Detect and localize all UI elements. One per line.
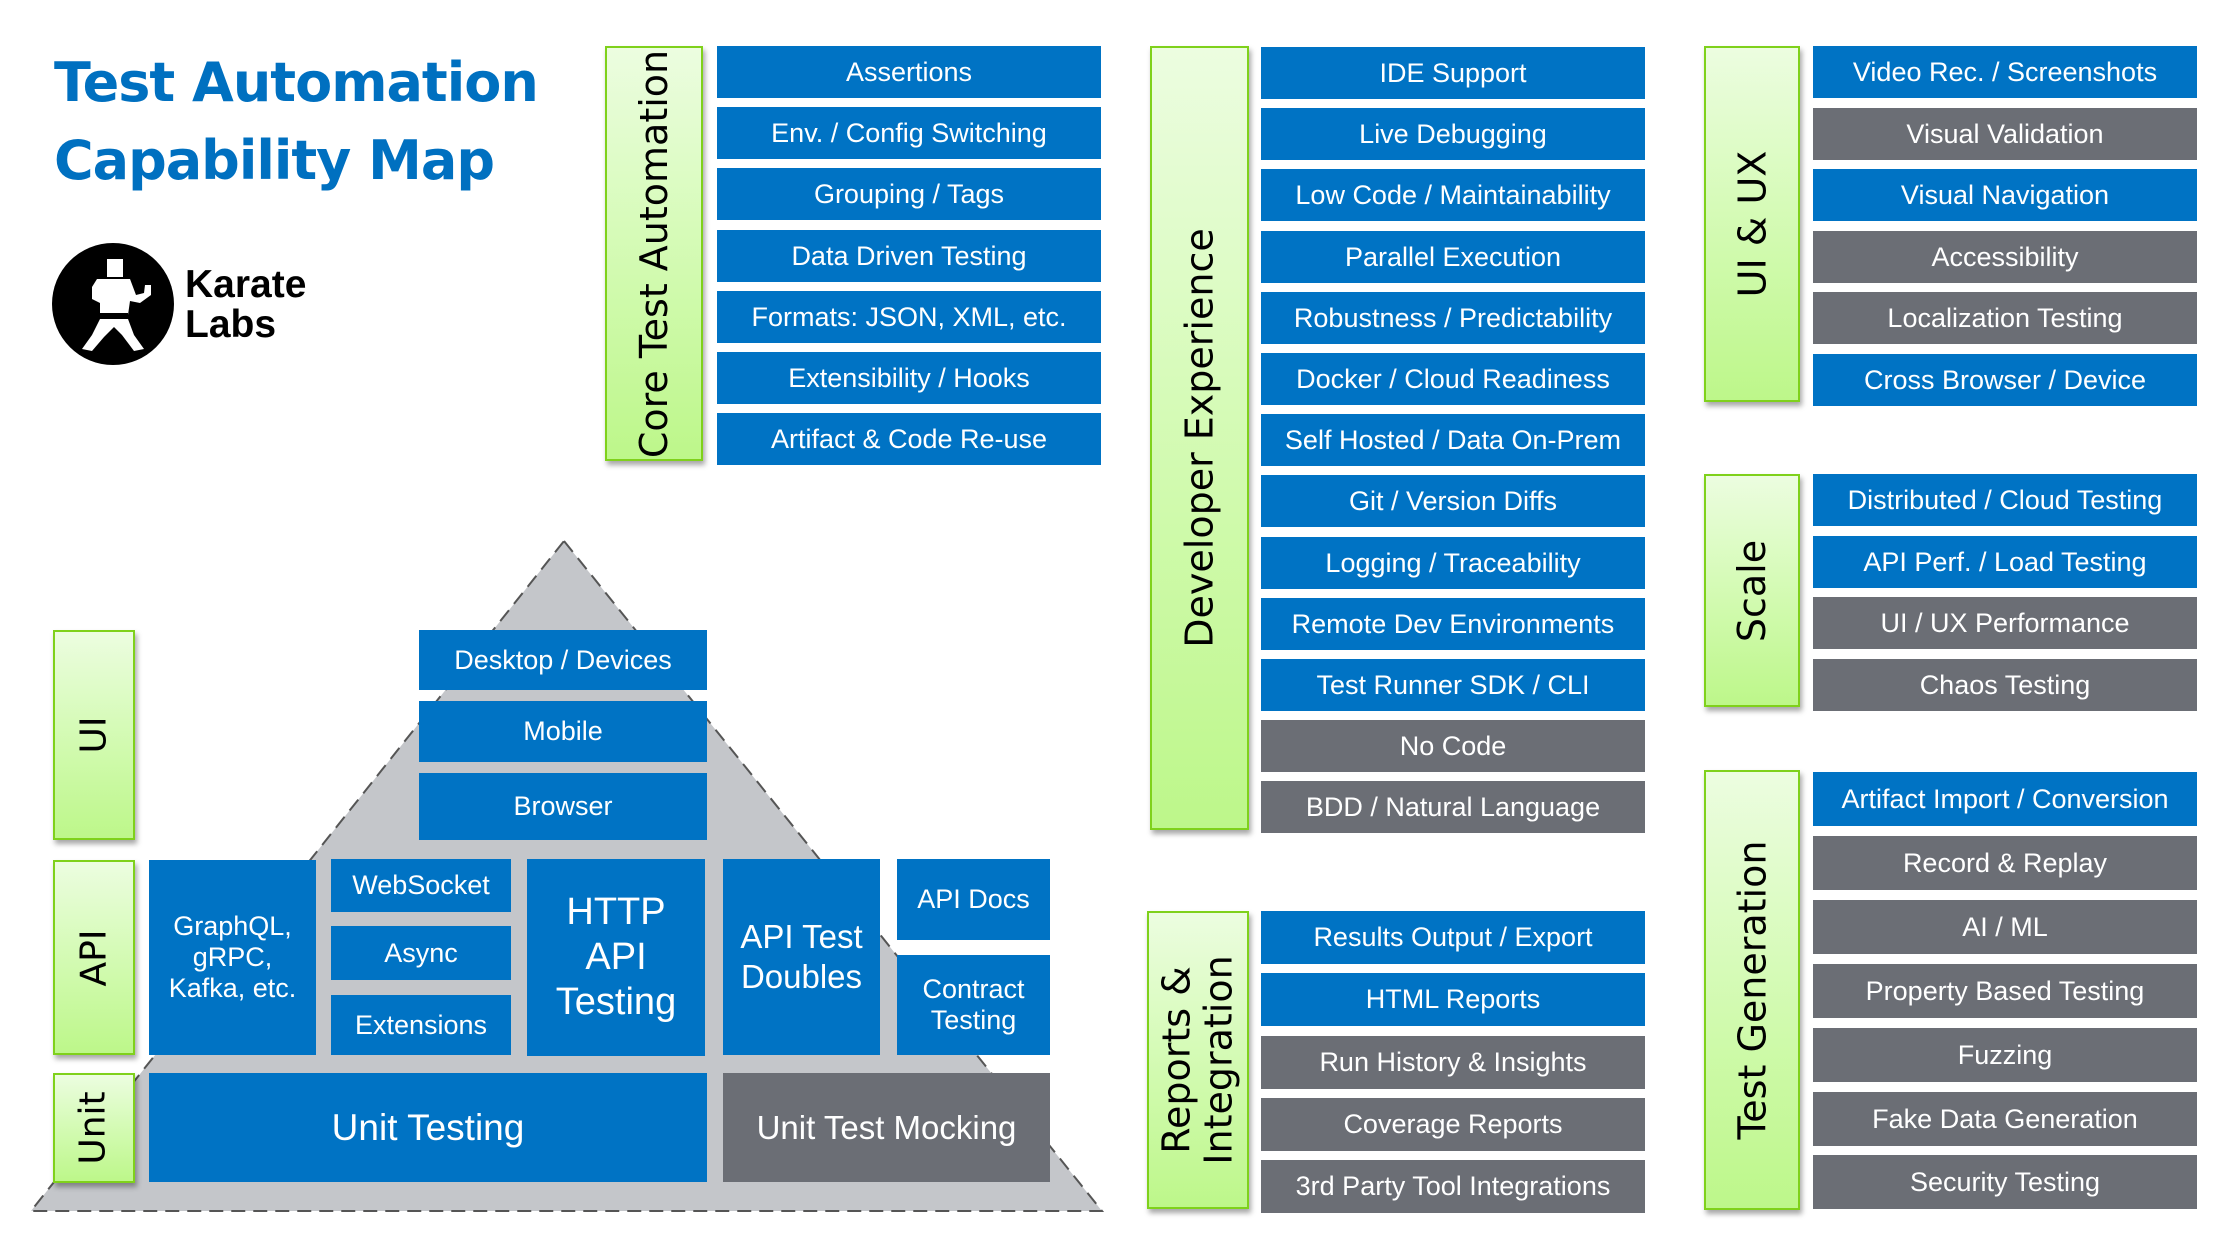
capability-item: Fuzzing xyxy=(1813,1028,2197,1082)
pyramid-box-mobile: Mobile xyxy=(419,701,707,762)
capability-item: Self Hosted / Data On-Prem xyxy=(1261,414,1645,466)
capability-item: Artifact & Code Re-use xyxy=(717,413,1101,465)
category-devx-items: IDE Support Live Debugging Low Code / Main… xyxy=(1261,47,1645,833)
capability-item: Accessibility xyxy=(1813,231,2197,283)
category-scale: Scale xyxy=(1704,474,1800,707)
pyramid-box-extensions: Extensions xyxy=(331,995,511,1055)
capability-item: Results Output / Export xyxy=(1261,911,1645,964)
capability-item: Security Testing xyxy=(1813,1155,2197,1209)
capability-item: Low Code / Maintainability xyxy=(1261,169,1645,221)
capability-item: Distributed / Cloud Testing xyxy=(1813,474,2197,526)
capability-item: Visual Navigation xyxy=(1813,169,2197,221)
category-testgen-items: Artifact Import / Conversion Record & Rep… xyxy=(1813,772,2197,1209)
capability-item: Remote Dev Environments xyxy=(1261,598,1645,650)
capability-item: Logging / Traceability xyxy=(1261,537,1645,589)
capability-item: Cross Browser / Device xyxy=(1813,354,2197,406)
capability-item: Docker / Cloud Readiness xyxy=(1261,353,1645,405)
capability-item: 3rd Party Tool Integrations xyxy=(1261,1160,1645,1213)
capability-item: Fake Data Generation xyxy=(1813,1092,2197,1146)
capability-item: AI / ML xyxy=(1813,900,2197,954)
capability-item: No Code xyxy=(1261,720,1645,772)
category-uiux-items: Video Rec. / Screenshots Visual Validatio… xyxy=(1813,46,2197,406)
capability-item: UI / UX Performance xyxy=(1813,597,2197,649)
capability-item: Localization Testing xyxy=(1813,292,2197,344)
pyramid-box-unit-test-mocking: Unit Test Mocking xyxy=(723,1073,1050,1182)
category-core-test-automation: Core Test Automation xyxy=(605,46,703,461)
category-developer-experience: Developer Experience xyxy=(1150,46,1249,830)
pyramid-box-graphql: GraphQL, gRPC, Kafka, etc. xyxy=(149,860,316,1055)
capability-item: Grouping / Tags xyxy=(717,168,1101,220)
capability-item: API Perf. / Load Testing xyxy=(1813,536,2197,588)
capability-item: Extensibility / Hooks xyxy=(717,352,1101,404)
capability-item: IDE Support xyxy=(1261,47,1645,99)
capability-item: Coverage Reports xyxy=(1261,1098,1645,1151)
capability-item: BDD / Natural Language xyxy=(1261,781,1645,833)
capability-item: Live Debugging xyxy=(1261,108,1645,160)
capability-item: Video Rec. / Screenshots xyxy=(1813,46,2197,98)
pyramid-box-unit-testing: Unit Testing xyxy=(149,1073,707,1182)
capability-item: Visual Validation xyxy=(1813,108,2197,160)
category-ui-ux: UI & UX xyxy=(1704,46,1800,402)
layer-label-api: API xyxy=(53,860,135,1055)
capability-item: Artifact Import / Conversion xyxy=(1813,772,2197,826)
pyramid-box-http-api-testing: HTTP API Testing xyxy=(527,859,705,1056)
capability-item: Formats: JSON, XML, etc. xyxy=(717,291,1101,343)
capability-item: Data Driven Testing xyxy=(717,230,1101,282)
capability-item: HTML Reports xyxy=(1261,973,1645,1026)
capability-item: Robustness / Predictability xyxy=(1261,292,1645,344)
pyramid-box-contract-testing: Contract Testing xyxy=(897,955,1050,1055)
pyramid-box-websocket: WebSocket xyxy=(331,859,511,912)
category-reports-items: Results Output / Export HTML Reports Run H… xyxy=(1261,911,1645,1213)
capability-item: Property Based Testing xyxy=(1813,964,2197,1018)
capability-item: Assertions xyxy=(717,46,1101,98)
pyramid-box-async: Async xyxy=(331,926,511,980)
capability-item: Git / Version Diffs xyxy=(1261,475,1645,527)
pyramid-box-browser: Browser xyxy=(419,773,707,840)
layer-label-ui: UI xyxy=(53,630,135,840)
capability-item: Env. / Config Switching xyxy=(717,107,1101,159)
capability-item: Run History & Insights xyxy=(1261,1036,1645,1089)
pyramid-box-api-docs: API Docs xyxy=(897,859,1050,940)
layer-label-unit: Unit xyxy=(53,1073,135,1183)
pyramid-box-api-test-doubles: API Test Doubles xyxy=(723,859,880,1055)
category-core-items: Assertions Env. / Config Switching Groupin… xyxy=(717,46,1101,465)
capability-item: Record & Replay xyxy=(1813,836,2197,890)
category-test-generation: Test Generation xyxy=(1704,770,1800,1210)
category-scale-items: Distributed / Cloud Testing API Perf. / L… xyxy=(1813,474,2197,711)
capability-item: Chaos Testing xyxy=(1813,659,2197,711)
category-reports-integration: Reports & Integration xyxy=(1147,911,1249,1209)
capability-item: Test Runner SDK / CLI xyxy=(1261,659,1645,711)
pyramid-box-desktop: Desktop / Devices xyxy=(419,630,707,690)
capability-item: Parallel Execution xyxy=(1261,231,1645,283)
